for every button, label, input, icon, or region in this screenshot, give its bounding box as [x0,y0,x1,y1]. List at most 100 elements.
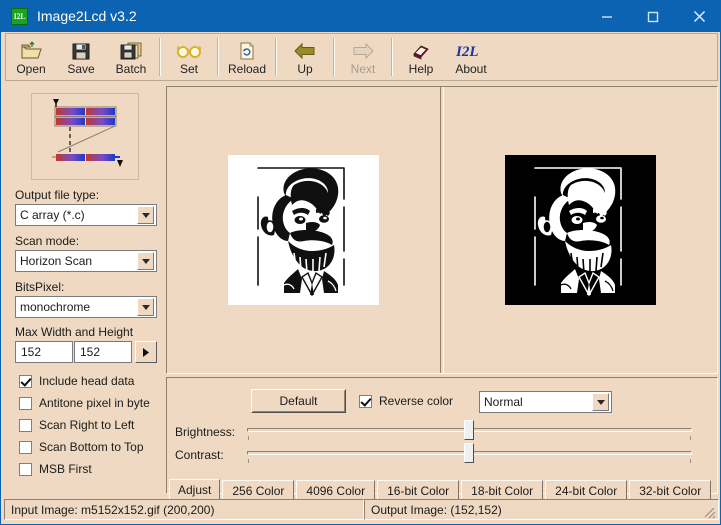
stacked-disks-icon [119,40,143,62]
toolbar-button-up[interactable]: Up [280,34,330,80]
tab-24-bit-color[interactable]: 24-bit Color [545,480,628,500]
chevron-down-icon [592,393,609,411]
checkbox-antitone-pixel-in-byte[interactable]: Antitone pixel in byte [19,396,150,410]
contrast-tick-min [248,459,249,463]
checkbox-label: MSB First [39,462,92,476]
toolbar-button-next[interactable]: Next [338,34,388,80]
source-image [228,155,379,305]
svg-text:I2L: I2L [455,44,479,60]
adjust-panel: Default Reverse color Normal Brightness:… [166,377,718,494]
toolbar-label-up: Up [297,62,313,76]
tab-256-color[interactable]: 256 Color [222,480,295,500]
toolbar-separator [217,38,219,76]
checkbox-box [19,396,32,410]
source-preview-pane[interactable] [167,87,440,373]
arrow-right-icon [351,40,375,62]
mode-select-value: Normal [484,395,523,409]
app-icon: I2L [11,8,28,25]
reverse-color-checkbox[interactable]: Reverse color [359,394,453,408]
toolbar-label-save: Save [67,62,95,76]
application-window: I2L Image2Lcd v3.2 Open Save Batch Set R… [0,0,721,525]
toolbar-label-help: Help [408,62,434,76]
brightness-thumb[interactable] [464,420,474,440]
toolbar-button-open[interactable]: Open [6,34,56,80]
checkbox-scan-bottom-to-top[interactable]: Scan Bottom to Top [19,440,144,454]
arrow-left-icon [293,40,317,62]
toolbar-label-set: Set [179,62,198,76]
checkbox-label: Scan Bottom to Top [39,440,144,454]
bits-pixel-value: monochrome [20,300,91,314]
toolbar-button-reload[interactable]: Reload [222,34,272,80]
open-folder-icon [20,40,42,62]
scan-pattern-logo [31,93,139,180]
default-button[interactable]: Default [251,389,346,413]
checkbox-box [359,394,372,408]
tab-16-bit-color[interactable]: 16-bit Color [377,480,460,500]
main-toolbar: Open Save Batch Set Reload Up Next Help … [5,33,718,81]
tab-adjust[interactable]: Adjust [169,479,221,500]
checkbox-include-head-data[interactable]: Include head data [19,374,134,388]
contrast-label: Contrast: [175,448,224,462]
status-output-image: Output Image: (152,152) [364,499,719,520]
close-button[interactable] [676,1,720,32]
checkbox-msb-first[interactable]: MSB First [19,462,92,476]
contrast-tick-max [690,459,691,463]
preview-area [166,86,718,374]
status-input-image: Input Image: m5152x152.gif (200,200) [4,499,364,520]
glasses-icon [176,40,202,62]
scan-mode-value: Horizon Scan [20,254,93,268]
maximize-button[interactable] [630,1,676,32]
status-bar: Input Image: m5152x152.gif (200,200) Out… [4,499,719,520]
checkbox-box [19,440,32,454]
scan-mode-label: Scan mode: [15,234,80,248]
tab-18-bit-color[interactable]: 18-bit Color [461,480,544,500]
floppy-disk-icon [71,40,91,62]
bits-pixel-label: BitsPixel: [15,280,65,294]
brightness-label: Brightness: [175,425,236,439]
bits-pixel-select[interactable]: monochrome [15,296,157,318]
output-file-type-label: Output file type: [15,188,100,202]
refresh-page-icon [238,40,256,62]
max-width-input[interactable]: 152 [15,341,73,363]
toolbar-button-set[interactable]: Set [164,34,214,80]
max-size-label: Max Width and Height [15,325,134,339]
output-preview-pane[interactable] [444,87,717,373]
size-stepper-button[interactable] [135,341,157,363]
output-file-type-select[interactable]: C array (*.c) [15,204,157,226]
chevron-down-icon [137,206,154,224]
toolbar-separator [275,38,277,76]
toolbar-button-about[interactable]: I2L About [446,34,496,80]
tab-32-bit-color[interactable]: 32-bit Color [629,480,712,500]
tab-4096-color[interactable]: 4096 Color [296,480,376,500]
checkbox-box [19,374,32,388]
mode-select[interactable]: Normal [479,391,612,413]
checkbox-label: Scan Right to Left [39,418,135,432]
toolbar-label-about: About [455,62,487,76]
toolbar-button-save[interactable]: Save [56,34,106,80]
resize-grip[interactable] [701,504,717,520]
checkbox-box [19,462,32,476]
contrast-thumb[interactable] [464,443,474,463]
color-depth-tabs: Adjust 256 Color 4096 Color 16-bit Color… [169,479,718,500]
settings-sidebar: Output file type: C array (*.c) Scan mod… [5,85,163,493]
toolbar-button-batch[interactable]: Batch [106,34,156,80]
toolbar-separator [159,38,161,76]
title-bar: I2L Image2Lcd v3.2 [1,1,720,32]
scan-mode-select[interactable]: Horizon Scan [15,250,157,272]
book-icon [411,40,431,62]
minimize-button[interactable] [584,1,630,32]
brightness-tick-max [690,436,691,440]
chevron-down-icon [137,252,154,270]
checkbox-label: Antitone pixel in byte [39,396,150,410]
checkbox-scan-right-to-left[interactable]: Scan Right to Left [19,418,134,432]
i2l-logo-icon: I2L [455,40,487,62]
toolbar-label-open: Open [16,62,46,76]
max-height-input[interactable]: 152 [74,341,132,363]
reverse-color-label: Reverse color [379,394,454,408]
chevron-right-icon [143,347,149,357]
checkbox-box [19,418,32,432]
toolbar-separator [333,38,335,76]
chevron-down-icon [137,298,154,316]
window-controls [584,1,720,32]
toolbar-button-help[interactable]: Help [396,34,446,80]
